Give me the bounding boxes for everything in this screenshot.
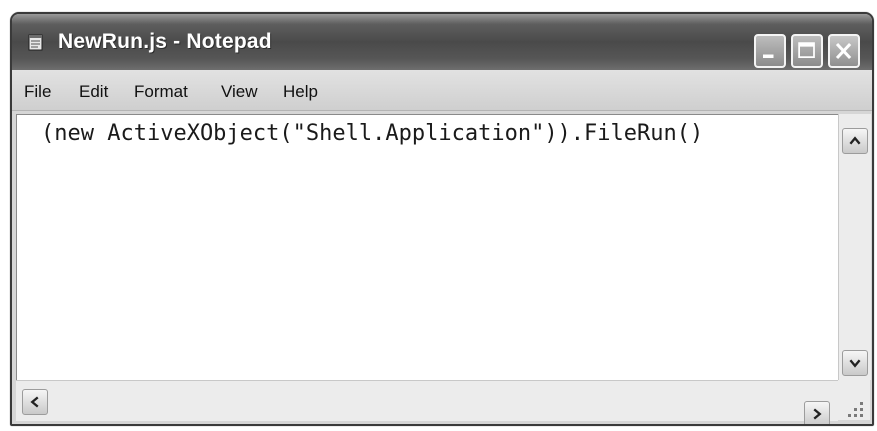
notepad-window: NewRun.js - Notepad File Edit Format Vie…	[10, 12, 874, 426]
window-title: NewRun.js - Notepad	[58, 30, 272, 53]
maximize-icon	[798, 42, 815, 58]
minimize-button[interactable]	[754, 34, 786, 68]
scroll-up-button[interactable]	[842, 128, 868, 154]
arrow-left-icon	[30, 396, 39, 408]
vertical-scrollbar[interactable]	[838, 114, 871, 380]
arrow-down-icon	[849, 359, 861, 368]
menu-file[interactable]: File	[24, 82, 51, 102]
minimize-icon	[763, 54, 774, 58]
close-icon	[835, 42, 852, 60]
scroll-right-button[interactable]	[804, 401, 830, 424]
menu-view[interactable]: View	[221, 82, 258, 102]
editor-content[interactable]: (new ActiveXObject("Shell.Application"))…	[41, 121, 703, 146]
maximize-button[interactable]	[791, 34, 823, 68]
title-bar[interactable]: NewRun.js - Notepad	[12, 14, 872, 70]
horizontal-scrollbar[interactable]	[16, 380, 838, 424]
arrow-right-icon	[813, 408, 822, 420]
notepad-icon	[26, 32, 46, 52]
menu-help[interactable]: Help	[283, 82, 318, 102]
resize-grip-icon	[848, 402, 863, 417]
text-editor[interactable]: (new ActiveXObject("Shell.Application"))…	[16, 114, 839, 380]
menu-edit[interactable]: Edit	[79, 82, 108, 102]
scroll-down-button[interactable]	[842, 350, 868, 376]
close-button[interactable]	[828, 34, 860, 68]
resize-grip[interactable]	[838, 380, 870, 420]
menu-bar: File Edit Format View Help	[12, 70, 872, 111]
scroll-left-button[interactable]	[22, 389, 48, 415]
menu-format[interactable]: Format	[134, 82, 188, 102]
arrow-up-icon	[849, 136, 861, 145]
